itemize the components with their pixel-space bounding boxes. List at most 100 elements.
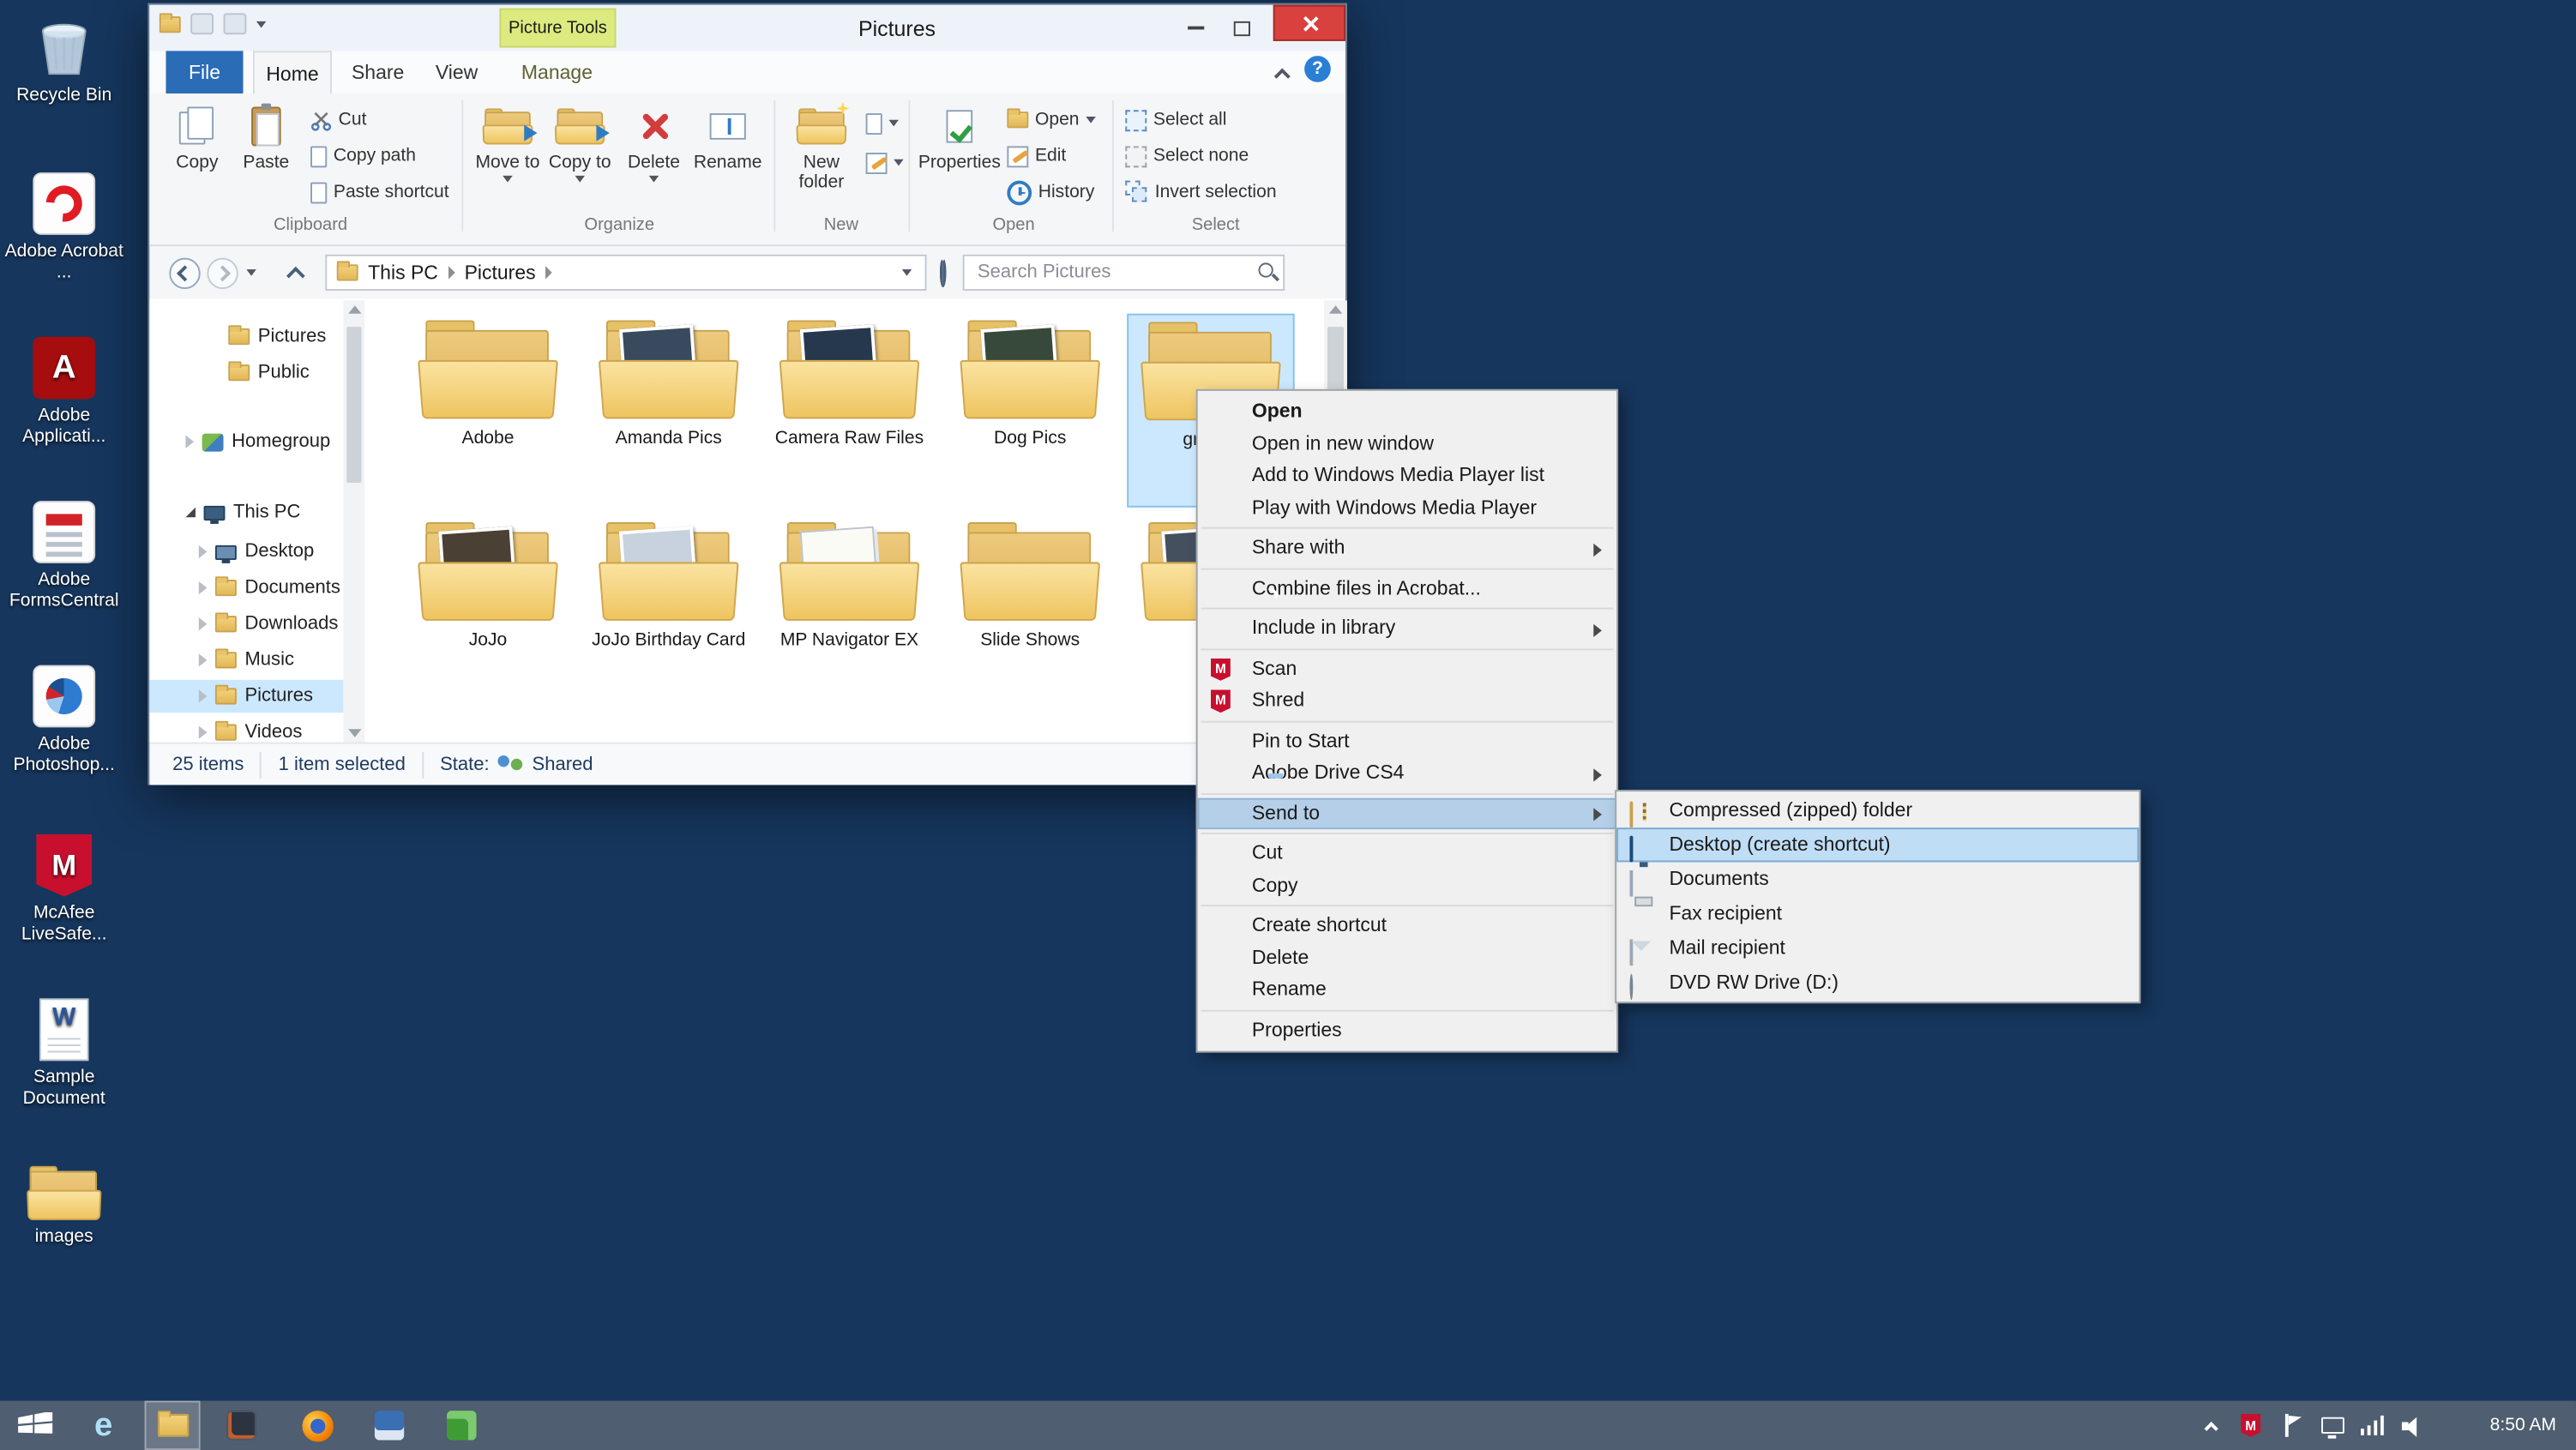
expand-arrow-icon[interactable] (185, 435, 195, 448)
tab-manage[interactable]: Manage (508, 51, 606, 93)
tray-network[interactable] (2352, 1401, 2392, 1450)
scrollbar-thumb[interactable] (346, 327, 362, 484)
start-button[interactable] (7, 1401, 63, 1450)
menu-item-scan[interactable]: M Scan (1198, 653, 1617, 684)
ribbon-cut-button[interactable]: Cut (310, 106, 366, 133)
ribbon-paste-shortcut-button[interactable]: Paste shortcut (310, 179, 449, 206)
nav-item-homegroup[interactable]: Homegroup (149, 425, 343, 458)
search-box[interactable] (962, 254, 1285, 291)
qat-button-1[interactable] (190, 13, 214, 35)
ribbon-delete-button[interactable]: Delete (623, 100, 685, 183)
recent-locations-chevron-icon[interactable] (246, 269, 256, 276)
folder-tile-camera-raw-files[interactable]: Camera Raw Files (766, 314, 933, 508)
expand-arrow-icon[interactable] (198, 725, 208, 739)
ribbon-new-folder-button[interactable]: New folder (787, 100, 856, 192)
qat-customize-chevron-icon[interactable] (256, 20, 267, 27)
breadcrumb-separator-icon[interactable] (448, 266, 455, 280)
nav-item-music[interactable]: Music (149, 644, 343, 677)
expand-arrow-icon[interactable] (198, 689, 208, 703)
breadcrumb-separator-icon[interactable] (545, 266, 552, 280)
ribbon-copy-to-button[interactable]: Copy to (547, 100, 613, 183)
breadcrumb-current[interactable]: Pictures (465, 262, 536, 285)
folder-tile-jojo[interactable]: JoJo (404, 515, 571, 709)
ribbon-open-button[interactable]: Open (1007, 106, 1096, 133)
menu-item-adobe-drive-cs4[interactable]: Adobe Drive CS4 (1198, 757, 1617, 789)
nav-item-desktop[interactable]: Desktop (149, 535, 343, 568)
nav-item-downloads[interactable]: Downloads (149, 608, 343, 641)
menu-item-combine-files-in-acrobat[interactable]: Combine files in Acrobat... (1198, 572, 1617, 604)
collapse-ribbon-button[interactable] (1273, 64, 1291, 87)
taskbar-internet-explorer[interactable]: e (75, 1401, 131, 1450)
taskbar-pinned-app-1[interactable] (214, 1401, 269, 1450)
maximize-button[interactable] (1224, 15, 1260, 41)
menu-item-copy[interactable]: Copy (1198, 869, 1617, 901)
menu-item-add-to-wmp-list[interactable]: Add to Windows Media Player list (1198, 460, 1617, 491)
desktop-icon-images[interactable]: images (0, 1165, 128, 1248)
ribbon-move-to-button[interactable]: Move to (475, 100, 541, 183)
ribbon-copy-path-button[interactable]: Copy path (310, 143, 416, 170)
scroll-down-icon[interactable] (343, 729, 364, 737)
ribbon-paste-button[interactable]: Paste (235, 100, 298, 172)
menu-item-include-in-library[interactable]: Include in library (1198, 612, 1617, 644)
taskbar-pinned-app-2[interactable] (361, 1401, 417, 1450)
nav-item-this-pc[interactable]: This PC (149, 496, 343, 528)
search-input[interactable] (964, 256, 1284, 290)
submenu-item-dvd-rw-drive[interactable]: DVD RW Drive (D:) (1616, 966, 2139, 1001)
desktop-icon-adobe-photoshop[interactable]: Adobe Photoshop... (0, 665, 128, 777)
submenu-item-zip-folder[interactable]: Compressed (zipped) folder (1616, 793, 2139, 828)
taskbar-pinned-app-3[interactable] (434, 1401, 490, 1450)
submenu-item-mail-recipient[interactable]: Mail recipient (1616, 931, 2139, 966)
submenu-item-fax-recipient[interactable]: Fax recipient (1616, 897, 2139, 931)
desktop-icon-adobe-acrobat[interactable]: Adobe Acrobat ... (0, 172, 128, 284)
ribbon-copy-button[interactable]: Copy (166, 100, 228, 172)
menu-item-delete[interactable]: Delete (1198, 942, 1617, 973)
folder-tile-amanda-pics[interactable]: Amanda Pics (585, 314, 752, 508)
folder-tile-mp-navigator-ex[interactable]: MP Navigator EX (766, 515, 933, 709)
nav-scrollbar[interactable] (343, 300, 365, 743)
tab-file[interactable]: File (166, 51, 244, 94)
ribbon-edit-button[interactable]: Edit (1007, 143, 1066, 170)
breadcrumb-root[interactable]: This PC (368, 262, 438, 285)
menu-item-open[interactable]: Open (1198, 396, 1617, 428)
tab-view[interactable]: View (420, 51, 492, 93)
expand-arrow-icon[interactable] (198, 545, 208, 559)
menu-item-share-with[interactable]: Share with (1198, 532, 1617, 563)
nav-item-pictures[interactable]: Pictures (149, 679, 344, 713)
menu-item-rename[interactable]: Rename (1198, 974, 1617, 1006)
close-button[interactable] (1273, 4, 1346, 41)
taskbar-clock[interactable]: 8:50 AM (2490, 1401, 2556, 1450)
nav-item-documents[interactable]: Documents (149, 571, 343, 604)
submenu-item-desktop-create-shortcut[interactable]: Desktop (create shortcut) (1616, 827, 2140, 863)
qat-button-2[interactable] (223, 13, 247, 35)
expand-arrow-icon[interactable] (198, 653, 208, 667)
title-bar[interactable]: Picture Tools Pictures (149, 4, 1346, 51)
tab-home[interactable]: Home (253, 51, 332, 94)
expand-arrow-icon[interactable] (185, 507, 196, 518)
desktop-icon-sample-document[interactable]: W Sample Document (0, 998, 128, 1110)
folder-tile-jojo-birthday-card[interactable]: JoJo Birthday Card (585, 515, 752, 709)
tray-display[interactable] (2313, 1401, 2352, 1450)
menu-item-play-with-wmp[interactable]: Play with Windows Media Player (1198, 492, 1617, 524)
scroll-up-icon[interactable] (1324, 305, 1347, 314)
nav-item-pictures-top[interactable]: Pictures (149, 320, 343, 352)
nav-item-videos[interactable]: Videos (149, 716, 343, 743)
desktop-icon-adobe-application[interactable]: A Adobe Applicati... (0, 336, 128, 448)
ribbon-rename-button[interactable]: Rename (692, 100, 764, 172)
desktop-icon-recycle-bin[interactable]: Recycle Bin (0, 13, 128, 106)
ribbon-easy-access-button[interactable] (865, 149, 904, 176)
folder-tile-adobe[interactable]: Adobe (404, 314, 571, 508)
expand-arrow-icon[interactable] (198, 581, 208, 595)
menu-item-properties[interactable]: Properties (1198, 1014, 1617, 1046)
menu-item-create-shortcut[interactable]: Create shortcut (1198, 910, 1617, 942)
tray-volume[interactable] (2392, 1401, 2431, 1450)
ribbon-history-button[interactable]: History (1007, 179, 1094, 206)
address-bar[interactable]: This PC Pictures (325, 254, 927, 291)
taskbar-firefox[interactable] (289, 1401, 345, 1450)
show-hidden-icons-button[interactable] (2192, 1401, 2231, 1450)
help-button[interactable]: ? (1304, 56, 1331, 82)
minimize-button[interactable] (1178, 15, 1214, 41)
menu-item-send-to[interactable]: Send to (1197, 797, 1617, 830)
ribbon-new-item-button[interactable] (865, 110, 899, 136)
menu-item-pin-to-start[interactable]: Pin to Start (1198, 725, 1617, 757)
menu-item-open-in-new-window[interactable]: Open in new window (1198, 428, 1617, 460)
